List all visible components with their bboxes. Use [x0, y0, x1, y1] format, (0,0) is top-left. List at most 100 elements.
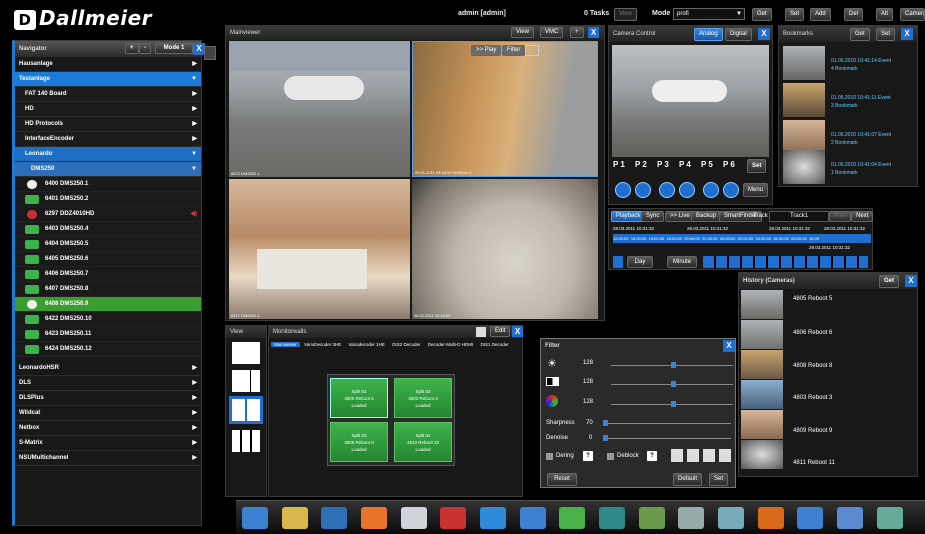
camera-item[interactable]: 6400 DMS250.1 [15, 177, 201, 192]
navigator-mode-button[interactable]: Mode 1 [155, 43, 193, 54]
mainviewer-close-button[interactable]: X [588, 27, 599, 38]
preset-button-3[interactable]: P 3 [657, 160, 669, 169]
timeline-bar[interactable]: 12:00:00 14:00:00 16:00:00 18:00:00 20:0… [613, 234, 871, 243]
camera-item[interactable]: 6406 DMS250.7 [15, 267, 201, 282]
analog-tab[interactable]: Analog [694, 28, 723, 41]
split-tile[interactable]: Split 03 4808 Reboot 8 Loaded [330, 422, 388, 462]
prev-button[interactable]: Prev [829, 211, 852, 222]
folders-icon[interactable] [361, 507, 388, 529]
monitorwall-tab[interactable]: Mainviewer [271, 342, 300, 347]
mainviewer-vmc-button[interactable]: VMC [540, 27, 564, 38]
history-get-button[interactable]: Get [879, 275, 900, 288]
digital-tab[interactable]: Digital [725, 28, 752, 41]
tree-item-wildcat[interactable]: Wildcat ▶ [15, 406, 201, 421]
monitors-icon[interactable] [321, 507, 348, 529]
filter-set-button[interactable]: Set [709, 473, 729, 486]
filter-close-button[interactable]: X [723, 340, 735, 352]
tree-item-dlsplus[interactable]: DLSPlus ▶ [15, 391, 201, 406]
minute-scale-button[interactable]: Minute [667, 256, 697, 268]
video-tile-terminal[interactable]: >> Play Filter 26.01.2011 09:18:52 DMS24… [412, 41, 598, 177]
history-item[interactable]: 4805 Reboot 5 [741, 290, 916, 320]
split-tile[interactable]: Split 01 4805 Reboot 5 Loaded [330, 378, 388, 418]
mode-select[interactable]: profi ▼ [673, 8, 745, 20]
focus-far-icon[interactable] [679, 182, 695, 198]
topology-icon[interactable] [599, 507, 626, 529]
preset-button-5[interactable]: P 5 [701, 160, 713, 169]
history-close-button[interactable]: X [905, 275, 917, 287]
network-icon[interactable] [440, 507, 467, 529]
filter-default-button[interactable]: Default [673, 473, 703, 486]
dering-checkbox[interactable] [546, 453, 553, 460]
sync-tab[interactable]: Sync [641, 211, 665, 222]
saturation-slider[interactable] [611, 401, 733, 407]
preset-set-button[interactable]: Set [747, 159, 767, 173]
camera-item[interactable]: 6401 DMS250.2 [15, 192, 201, 207]
bookmark-item[interactable]: 01.06.2010 10:41:14 Event 4 Bookmark [783, 46, 913, 82]
tree-item-dls[interactable]: DLS ▶ [15, 376, 201, 391]
sensors-icon[interactable] [559, 507, 586, 529]
grid-layout-icon[interactable] [837, 507, 864, 529]
camera-item[interactable]: 6403 DMS250.4 [15, 222, 201, 237]
tree-item-hausanlage[interactable]: Hausanlage ▶ [15, 57, 201, 72]
bookmark-item[interactable]: 01.06.2010 10:41:04 Event 1 Bookmark [783, 150, 913, 186]
camera-item[interactable]: 6422 DMS250.10 [15, 312, 201, 327]
tree-item-netbox[interactable]: Netbox ▶ [15, 421, 201, 436]
slider-knob[interactable] [671, 401, 676, 407]
bookmarks-close-button[interactable]: X [901, 28, 913, 40]
brightness-slider[interactable] [611, 362, 733, 368]
camera-menu-button[interactable]: Menu [743, 183, 769, 197]
bookmarks-set-button[interactable]: Set [876, 28, 896, 41]
video-tile-hall[interactable]: 26.01.2011 09:18:52 [412, 179, 598, 319]
tree-item-leonardo[interactable]: Leonardo ▼ [15, 147, 201, 162]
tree-item-testanlage[interactable]: Testanlage ▼ [15, 72, 201, 87]
tree-item-fat140[interactable]: FAT 140 Board ▶ [15, 87, 201, 102]
layout-3x3-icon[interactable] [232, 430, 260, 452]
navigator-add-button[interactable]: + [125, 43, 139, 54]
camera-button[interactable]: Camera [900, 8, 925, 23]
navigator-remove-button[interactable]: - [139, 43, 151, 54]
tree-item-hd-protocols[interactable]: HD Protocols ▶ [15, 117, 201, 132]
fullscreen-icon[interactable] [525, 45, 539, 56]
tree-item-leonardohsr[interactable]: LeonardoHSR ▶ [15, 361, 201, 376]
contrast-slider[interactable] [611, 381, 733, 387]
filter-reset-button[interactable]: Reset [547, 473, 577, 486]
monitorwall-tab[interactable]: DIS1 Decoder [478, 342, 512, 347]
dering-help-icon[interactable]: ? [583, 451, 593, 461]
tree-item-hd[interactable]: HD ▶ [15, 102, 201, 117]
preset-button-1[interactable]: P 1 [613, 160, 625, 169]
split-tile[interactable]: Split 04 4810 Reboot 10 Loaded [394, 422, 452, 462]
monitorwalls-edit-button[interactable]: Edit [490, 326, 511, 337]
monitorwall-tab[interactable]: Variodecoder 1HE [345, 342, 387, 347]
video-tile-shop[interactable]: 6571 DMS251.1 [229, 179, 410, 319]
focus-near-icon[interactable] [659, 182, 675, 198]
layout-2x2-icon-selected[interactable] [229, 396, 263, 424]
deblock-help-icon[interactable]: ? [647, 451, 657, 461]
history-item[interactable]: 4808 Reboot 8 [741, 350, 916, 380]
split-tile[interactable]: Split 02 4803 Reboot 3 Loaded [394, 378, 452, 418]
play-button[interactable]: >> Play [471, 45, 502, 56]
screens-icon[interactable] [519, 507, 546, 529]
history-item[interactable]: 4803 Reboot 3 [741, 380, 916, 410]
files-icon[interactable] [281, 507, 308, 529]
slider-knob[interactable] [671, 381, 676, 387]
backup-tab[interactable]: Backup [691, 211, 722, 222]
monitorwall-tab[interactable]: VarioDecoder 3HE [301, 342, 344, 347]
deblock-checkbox[interactable] [607, 453, 614, 460]
users-icon[interactable] [876, 507, 903, 529]
map-icon[interactable] [638, 507, 665, 529]
filter-button[interactable]: Filter [502, 45, 526, 56]
slider-knob[interactable] [603, 435, 608, 441]
view-button[interactable]: View [614, 8, 637, 21]
bookmarks-get-button[interactable]: Get [850, 28, 870, 41]
camera-item[interactable]: 6423 DMS250.11 [15, 327, 201, 342]
history-item[interactable]: 4809 Reboot 9 [741, 410, 916, 440]
tree-item-s-matrix[interactable]: S-Matrix ▶ [15, 436, 201, 451]
set-button[interactable]: Set [785, 8, 805, 21]
camera-item[interactable]: 6424 DMS250.12 [15, 342, 201, 357]
preset-button-6[interactable]: P 6 [723, 160, 735, 169]
export-icon[interactable] [400, 507, 427, 529]
del-button[interactable]: Del [844, 8, 864, 21]
layout-1x1-icon[interactable] [232, 342, 260, 364]
monitorwall-tab[interactable]: Decoder-Multi-D HDMI [425, 342, 477, 347]
filter-preset-icons[interactable] [671, 449, 731, 462]
